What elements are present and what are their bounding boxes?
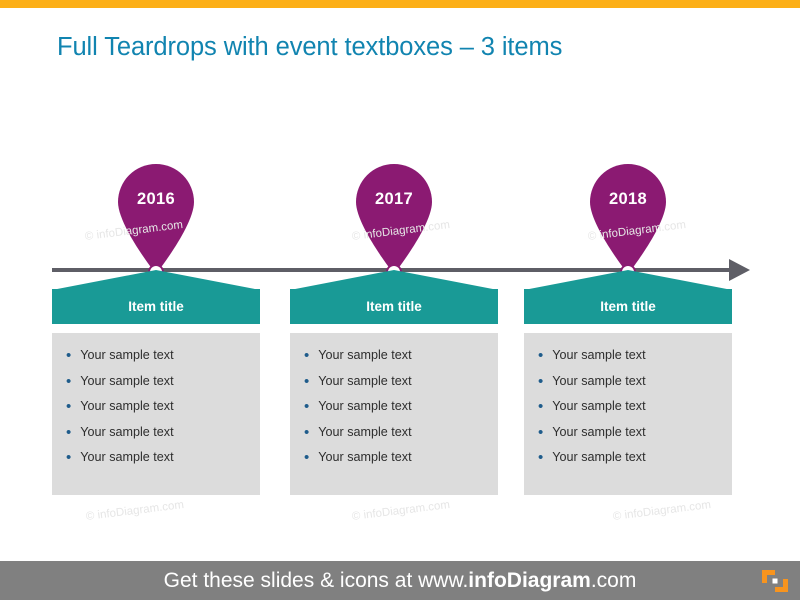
item-body: • Your sample text • Your sample text • Your … [524, 333, 732, 495]
bullet-point-icon: • [304, 398, 310, 415]
chevron-up-icon [52, 270, 260, 290]
list-item: • Your sample text [304, 398, 488, 415]
bullet-point-icon: • [538, 372, 544, 390]
bullet-point-icon: • [538, 423, 544, 441]
list-item: • Your sample text [66, 449, 250, 466]
item-title: Item title [600, 299, 656, 314]
top-accent-bar [0, 0, 800, 8]
bullet-point-icon: • [304, 423, 310, 441]
teardrop-marker[interactable]: 2016 [112, 160, 200, 280]
list-item: • Your sample text [304, 372, 488, 390]
bullet-text: Your sample text [80, 348, 174, 362]
watermark: © infoDiagram.com [351, 499, 451, 523]
bullet-text: Your sample text [318, 424, 412, 439]
bullet-point-icon: • [538, 398, 544, 415]
list-item: • Your sample text [538, 372, 722, 390]
bullet-text: Your sample text [552, 373, 646, 388]
bullet-text: Your sample text [318, 373, 412, 388]
list-item: • Your sample text [304, 449, 488, 466]
list-item: • Your sample text [66, 423, 250, 441]
item-body: • Your sample text • Your sample text • Your … [290, 333, 498, 495]
bullet-text: Your sample text [80, 424, 174, 439]
item-body: • Your sample text • Your sample text • Your … [52, 333, 260, 495]
list-item: • Your sample text [538, 449, 722, 466]
page-title: Full Teardrops with event textboxes – 3 … [57, 33, 563, 61]
bullet-point-icon: • [66, 449, 72, 466]
footer-cta-text: Get these slides & icons at www.infoDiag… [0, 561, 800, 600]
footer-text-suffix: .com [590, 569, 637, 592]
list-item: • Your sample text [66, 347, 250, 364]
bullet-text: Your sample text [80, 399, 174, 413]
chevron-up-icon [290, 270, 498, 290]
bullet-point-icon: • [66, 347, 72, 364]
list-item: • Your sample text [66, 372, 250, 390]
bullet-point-icon: • [538, 449, 544, 466]
bullet-text: Your sample text [318, 348, 412, 362]
teardrop-marker[interactable]: 2017 [350, 160, 438, 280]
bullet-point-icon: • [304, 372, 310, 390]
item-header: Item title [524, 270, 732, 324]
list-item: • Your sample text [538, 398, 722, 415]
bullet-point-icon: • [66, 423, 72, 441]
bullet-text: Your sample text [552, 424, 646, 439]
teardrop-pin-icon [118, 164, 194, 274]
bullet-text: Your sample text [552, 348, 646, 362]
watermark: © infoDiagram.com [612, 499, 712, 523]
bullet-text: Your sample text [552, 450, 646, 464]
footer-text-brand: infoDiagram [468, 569, 591, 592]
item-header: Item title [52, 270, 260, 324]
bullet-text: Your sample text [318, 450, 412, 464]
teardrop-year-label: 2018 [609, 190, 647, 208]
item-title: Item title [366, 299, 422, 314]
teardrop-pin-icon [356, 164, 432, 274]
bullet-text: Your sample text [80, 450, 174, 464]
item-title: Item title [128, 299, 184, 314]
list-item: • Your sample text [66, 398, 250, 415]
teardrop-marker[interactable]: 2018 [584, 160, 672, 280]
watermark: © infoDiagram.com [85, 499, 185, 523]
bullet-text: Your sample text [80, 373, 174, 388]
bullet-point-icon: • [66, 372, 72, 390]
teardrop-year-label: 2017 [375, 190, 413, 208]
timeline-arrow-icon [729, 259, 750, 281]
bullet-text: Your sample text [318, 399, 412, 413]
list-item: • Your sample text [304, 423, 488, 441]
list-item: • Your sample text [304, 347, 488, 364]
bullet-text: Your sample text [552, 399, 646, 413]
infodiagram-logo-icon [762, 570, 788, 592]
item-header: Item title [290, 270, 498, 324]
bullet-point-icon: • [304, 347, 310, 364]
teardrop-pin-icon [590, 164, 666, 274]
bullet-point-icon: • [538, 347, 544, 364]
chevron-up-icon [524, 270, 732, 290]
bullet-point-icon: • [66, 398, 72, 415]
list-item: • Your sample text [538, 347, 722, 364]
list-item: • Your sample text [538, 423, 722, 441]
teardrop-year-label: 2016 [137, 190, 175, 208]
footer-text-prefix: Get these slides & icons at www. [163, 569, 469, 592]
bullet-point-icon: • [304, 449, 310, 466]
